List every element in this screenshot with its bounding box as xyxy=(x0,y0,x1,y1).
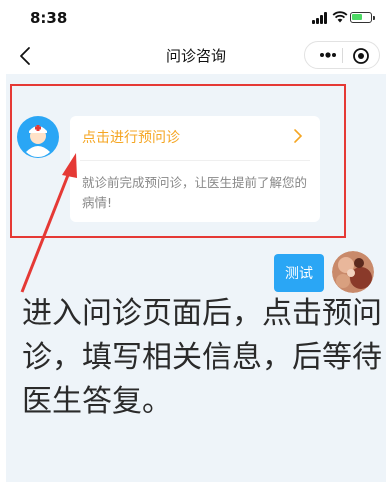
highlight-box xyxy=(10,84,346,238)
wifi-icon xyxy=(332,11,348,23)
nav-bar: 问诊咨询 xyxy=(0,38,392,74)
close-target-icon[interactable] xyxy=(351,46,371,66)
user-avatar xyxy=(332,251,374,293)
capsule-divider xyxy=(342,48,343,63)
more-icon[interactable] xyxy=(315,42,341,68)
user-message-text: 测试 xyxy=(285,266,313,282)
status-bar: 8:38 xyxy=(0,0,392,38)
status-icons xyxy=(312,10,376,26)
user-message-bubble: 测试 xyxy=(274,254,324,292)
battery-icon xyxy=(350,12,375,23)
status-time: 8:38 xyxy=(30,9,68,27)
instruction-annotation: 进入问诊页面后，点击预问诊，填写相关信息，后等待医生答复。 xyxy=(22,296,382,419)
mini-program-capsule xyxy=(304,41,380,69)
